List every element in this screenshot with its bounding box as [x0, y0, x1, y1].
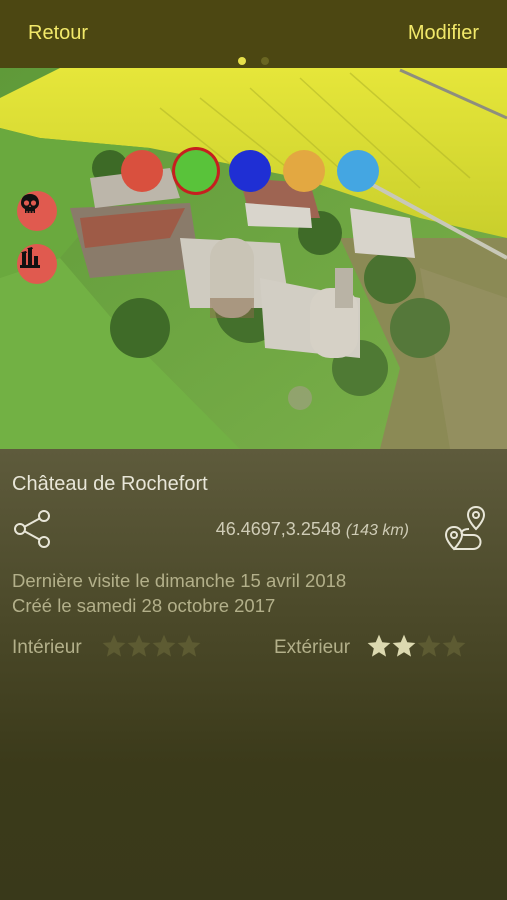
skull-badge[interactable] — [17, 191, 57, 231]
exterior-label: Extérieur — [274, 637, 351, 658]
interior-star-1-icon[interactable] — [101, 633, 127, 659]
place-title: Château de Rochefort — [12, 473, 208, 495]
interior-star-2-icon[interactable] — [126, 633, 152, 659]
skull-icon — [21, 194, 39, 213]
color-option-blue[interactable] — [229, 150, 271, 192]
interior-rating[interactable] — [101, 633, 201, 661]
color-option-red[interactable] — [121, 150, 163, 192]
ruins-badge[interactable] — [17, 244, 57, 284]
ruins-icon — [20, 247, 40, 268]
interior-star-4-icon[interactable] — [176, 633, 202, 659]
route-icon[interactable] — [443, 505, 487, 551]
exterior-star-2-icon[interactable] — [391, 633, 417, 659]
share-icon[interactable] — [12, 509, 52, 549]
created-text: Créé le samedi 28 octobre 2017 — [12, 595, 276, 616]
navigation-bar: Retour Modifier — [0, 0, 507, 68]
exterior-star-4-icon[interactable] — [441, 633, 467, 659]
visit-dates: Dernière visite le dimanche 15 avril 201… — [12, 568, 346, 618]
coordinates-text: 46.4697,3.2548 (143 km) — [216, 519, 409, 540]
color-option-light-blue[interactable] — [337, 150, 379, 192]
color-option-green[interactable] — [175, 150, 217, 192]
aerial-photo-illustration — [0, 68, 507, 449]
coordinates-value: 46.4697,3.2548 — [215, 519, 341, 539]
exterior-star-1-icon[interactable] — [366, 633, 392, 659]
exterior-rating[interactable] — [366, 633, 466, 661]
back-button[interactable]: Retour — [28, 22, 88, 45]
color-option-orange[interactable] — [283, 150, 325, 192]
interior-label: Intérieur — [12, 637, 82, 658]
location-photo[interactable] — [0, 68, 507, 449]
page-dot-2[interactable] — [260, 57, 269, 65]
last-visit-text: Dernière visite le dimanche 15 avril 201… — [12, 570, 347, 591]
edit-button[interactable]: Modifier — [408, 22, 479, 45]
interior-star-3-icon[interactable] — [151, 633, 177, 659]
page-dot-1[interactable] — [238, 57, 247, 65]
distance-value: (143 km) — [345, 522, 409, 539]
exterior-star-3-icon[interactable] — [416, 633, 442, 659]
details-panel: Château de Rochefort 46.4697,3.2548 (143… — [0, 449, 507, 900]
